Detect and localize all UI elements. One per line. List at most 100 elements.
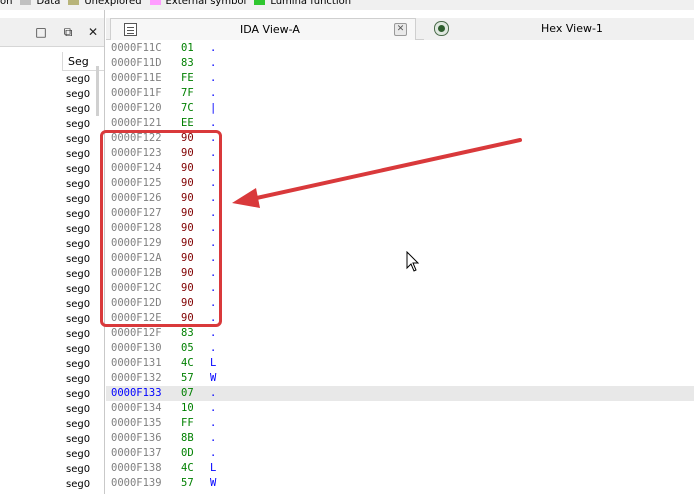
segment-row[interactable]: seg0 [66, 192, 96, 207]
row-char: . [210, 432, 217, 444]
listing-row[interactable]: 0000F11E FE. [106, 71, 694, 86]
segments-scrollbar[interactable] [96, 66, 99, 116]
row-char: . [210, 327, 217, 339]
segment-row[interactable]: seg0 [66, 357, 96, 372]
segment-row[interactable]: seg0 [66, 327, 96, 342]
listing-row[interactable]: 0000F11F 7F. [106, 86, 694, 101]
row-address: 0000F11F [111, 87, 162, 99]
row-char: L [210, 462, 217, 474]
listing-row[interactable]: 0000F132 57 W [106, 371, 694, 386]
close-icon[interactable]: ✕ [85, 24, 101, 40]
listing-row[interactable]: 0000F136 8B. [106, 431, 694, 446]
segment-row[interactable]: seg0 [66, 267, 96, 282]
row-char: L [210, 357, 217, 369]
segment-row[interactable]: seg0 [66, 417, 96, 432]
listing-row[interactable]: 0000F121 EE. [106, 116, 694, 131]
legend-item: Unexplored [64, 0, 142, 9]
row-address: 0000F139 [111, 477, 162, 489]
segment-row[interactable]: seg0 [66, 447, 96, 462]
segment-row[interactable]: seg0 [66, 147, 96, 162]
listing-row[interactable]: 0000F120 7C | [106, 101, 694, 116]
row-char: . [210, 447, 217, 459]
segment-row[interactable]: seg0 [66, 207, 96, 222]
segment-row[interactable]: seg0 [66, 177, 96, 192]
view-tabs: IDA View-A ✕ Hex View-1 [106, 18, 694, 40]
row-byte: 0D [181, 447, 194, 459]
segment-row[interactable]: seg0 [66, 462, 96, 477]
tab-hex-view[interactable]: Hex View-1 [424, 18, 694, 40]
segment-row[interactable]: seg0 [66, 342, 96, 357]
row-byte: 57 [181, 477, 194, 489]
legend-item: Lumina function [250, 0, 351, 9]
legend-bar: on Data Unexplored External symbol Lumina fu… [0, 0, 694, 10]
listing-row[interactable]: 0000F133 07. [106, 386, 694, 401]
segment-row[interactable]: seg0 [66, 372, 96, 387]
listing-row[interactable]: 0000F134 10. [106, 401, 694, 416]
segments-toolbar: □ ⧉ ✕ [0, 18, 104, 47]
listing-row[interactable]: 0000F138 4C L [106, 461, 694, 476]
tab-close-icon[interactable]: ✕ [394, 23, 407, 36]
segments-pane: □ ⧉ ✕ Seg seg0 seg0 seg0 seg0 seg0 seg0 seg0 se… [0, 10, 105, 494]
hex-view-icon [434, 21, 449, 36]
row-char: W [210, 477, 217, 489]
row-address: 0000F135 [111, 417, 162, 429]
row-char: | [210, 102, 217, 114]
row-address: 0000F121 [111, 117, 162, 129]
row-address: 0000F130 [111, 342, 162, 354]
listing-icon [124, 23, 137, 36]
row-address: 0000F131 [111, 357, 162, 369]
segment-row[interactable]: seg0 [66, 162, 96, 177]
segment-row[interactable]: seg0 [66, 312, 96, 327]
tab-hex-view-label: Hex View-1 [541, 22, 603, 35]
listing-row[interactable]: 0000F139 57 W [106, 476, 694, 491]
row-address: 0000F11C [111, 42, 162, 54]
row-byte: 01 [181, 42, 194, 54]
row-address: 0000F12F [111, 327, 162, 339]
segment-row[interactable]: seg0 [66, 402, 96, 417]
row-byte: 4C [181, 357, 194, 369]
segment-row[interactable]: seg0 [66, 282, 96, 297]
segment-row[interactable]: seg0 [66, 222, 96, 237]
listing-row[interactable]: 0000F131 4C L [106, 356, 694, 371]
row-byte: 57 [181, 372, 194, 384]
legend-swatch [254, 0, 266, 5]
listing-row[interactable]: 0000F12F 83. [106, 326, 694, 341]
float-icon[interactable]: ⧉ [60, 24, 76, 40]
segment-row[interactable]: seg0 [66, 252, 96, 267]
listing-row[interactable]: 0000F11C 01. [106, 41, 694, 56]
segment-row[interactable]: seg0 [66, 87, 96, 102]
row-char: . [210, 117, 217, 129]
segment-row[interactable]: seg0 [66, 132, 96, 147]
annotation-highlight-box [100, 130, 222, 327]
row-char: . [210, 72, 217, 84]
legend-swatch [68, 0, 80, 5]
listing-row[interactable]: 0000F135 FF. [106, 416, 694, 431]
segment-row[interactable]: seg0 [66, 117, 96, 132]
segment-row[interactable]: seg0 [66, 477, 96, 492]
listing-row[interactable]: 0000F130 05. [106, 341, 694, 356]
tab-ida-view[interactable]: IDA View-A ✕ [110, 18, 416, 40]
listing-row[interactable]: 0000F11D 83. [106, 56, 694, 71]
segment-row[interactable]: seg0 [66, 387, 96, 402]
tab-ida-view-label: IDA View-A [240, 23, 300, 36]
row-char: . [210, 87, 217, 99]
row-char: . [210, 387, 217, 399]
listing-row[interactable]: 0000F137 0D. [106, 446, 694, 461]
legend-label: on [0, 0, 13, 7]
row-byte: 83 [181, 57, 194, 69]
row-byte: 8B [181, 432, 194, 444]
segment-row[interactable]: seg0 [66, 72, 96, 87]
restore-icon[interactable]: □ [33, 24, 49, 40]
row-address: 0000F11D [111, 57, 162, 69]
legend-label: Unexplored [84, 0, 142, 7]
segment-row[interactable]: seg0 [66, 432, 96, 447]
row-byte: EE [181, 117, 194, 129]
legend-item: Data [16, 0, 60, 9]
segment-row[interactable]: seg0 [66, 297, 96, 312]
row-char: . [210, 417, 217, 429]
segment-row[interactable]: seg0 [66, 102, 96, 117]
segment-row[interactable]: seg0 [66, 237, 96, 252]
row-address: 0000F137 [111, 447, 162, 459]
legend-label: External symbol [165, 0, 247, 7]
row-byte: 7F [181, 87, 194, 99]
